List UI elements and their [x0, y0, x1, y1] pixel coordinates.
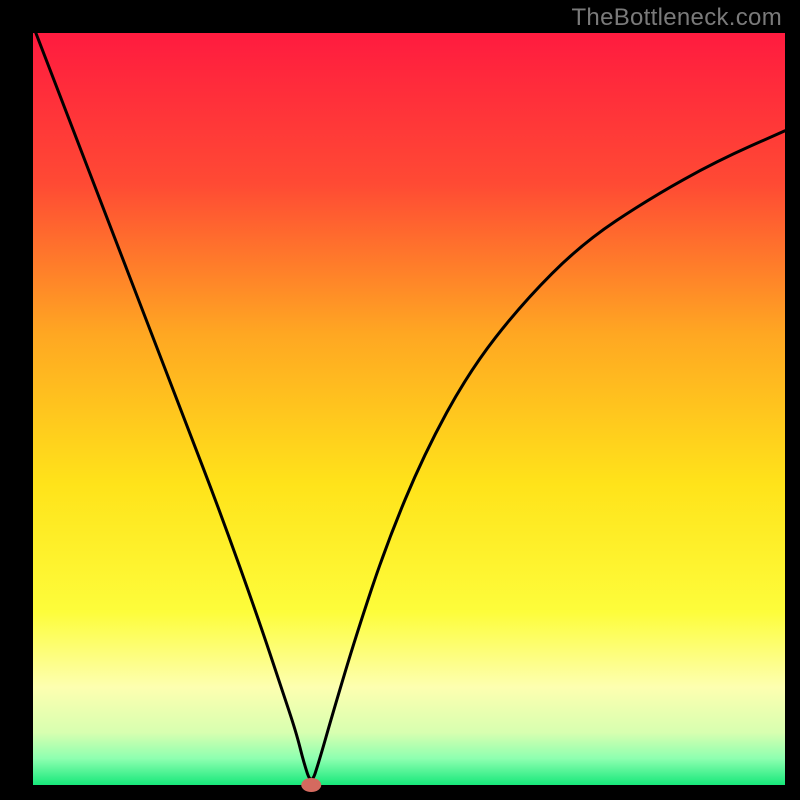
- watermark-text: TheBottleneck.com: [571, 4, 782, 32]
- plot-background: [33, 33, 785, 785]
- chart-frame: TheBottleneck.com: [0, 0, 800, 800]
- minimum-marker: [301, 778, 321, 792]
- bottleneck-chart: [0, 0, 800, 800]
